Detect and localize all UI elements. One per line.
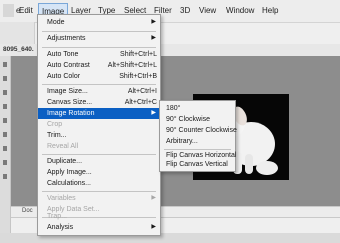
submenu-arrow-icon: ▶	[151, 110, 156, 116]
submenu-arrow-icon: ▶	[151, 195, 156, 201]
tools-panel	[0, 56, 11, 233]
menu-item-arbitrary[interactable]: Arbitrary...	[160, 136, 235, 147]
menu-separator	[42, 84, 156, 85]
gradient-tool-icon[interactable]	[3, 174, 7, 179]
options-bar	[0, 22, 35, 44]
move-tool-icon[interactable]	[3, 62, 7, 67]
menu-item-reveal-all[interactable]: Reveal All	[38, 141, 160, 152]
menu-item-calculations[interactable]: Calculations...	[38, 178, 160, 189]
menu-item-adjustments[interactable]: Adjustments ▶	[38, 33, 160, 44]
doc-info[interactable]: Doc	[22, 208, 33, 214]
eyedropper-tool-icon[interactable]	[3, 118, 7, 123]
menu-item-image-size[interactable]: Image Size... Alt+Ctrl+I	[38, 86, 160, 97]
image-menu: Mode ▶ Adjustments ▶ Auto Tone Shift+Ctr…	[37, 14, 161, 236]
menu-item-trim[interactable]: Trim...	[38, 130, 160, 141]
menu-separator	[42, 47, 156, 48]
menu-item-crop[interactable]: Crop	[38, 119, 160, 130]
menu-separator	[42, 31, 156, 32]
menu-help[interactable]: Help	[262, 6, 278, 16]
menu-item-flip-vertical[interactable]: Flip Canvas Vertical	[160, 159, 235, 170]
menu-view[interactable]: View	[199, 6, 216, 16]
menu-item-canvas-size[interactable]: Canvas Size... Alt+Ctrl+C	[38, 97, 160, 108]
menu-3d[interactable]: 3D	[180, 6, 190, 16]
menu-item-analysis[interactable]: Analysis ▶	[38, 222, 160, 233]
menu-item-rotate-180[interactable]: 180°	[160, 103, 235, 114]
menu-item-auto-contrast[interactable]: Auto Contrast Alt+Shift+Ctrl+L	[38, 60, 160, 71]
document-tab[interactable]: 8095_640.	[3, 46, 34, 53]
submenu-arrow-icon: ▶	[151, 224, 156, 230]
menu-item-rotate-90-ccw[interactable]: 90° Counter Clockwise	[160, 125, 237, 136]
app-logo	[3, 4, 14, 17]
menu-item-trap[interactable]: Trap...	[38, 211, 160, 222]
menu-item-apply-image[interactable]: Apply Image...	[38, 167, 160, 178]
menu-separator	[42, 154, 156, 155]
menu-item-duplicate[interactable]: Duplicate...	[38, 156, 160, 167]
lasso-tool-icon[interactable]	[3, 90, 7, 95]
menu-item-auto-color[interactable]: Auto Color Shift+Ctrl+B	[38, 71, 160, 82]
menu-window[interactable]: Window	[226, 6, 254, 16]
menu-separator	[42, 191, 156, 192]
submenu-arrow-icon: ▶	[151, 19, 156, 25]
menu-item-auto-tone[interactable]: Auto Tone Shift+Ctrl+L	[38, 49, 160, 60]
eraser-tool-icon[interactable]	[3, 160, 7, 165]
menu-item-image-rotation[interactable]: Image Rotation ▶	[38, 108, 160, 119]
menu-item-mode[interactable]: Mode ▶	[38, 17, 160, 28]
menu-edit[interactable]: Edit	[19, 6, 33, 16]
crop-tool-icon[interactable]	[3, 104, 7, 109]
image-rotation-submenu: 180° 90° Clockwise 90° Counter Clockwise…	[159, 100, 237, 172]
submenu-arrow-icon: ▶	[151, 35, 156, 41]
marquee-tool-icon[interactable]	[3, 76, 7, 81]
menu-item-rotate-90-cw[interactable]: 90° Clockwise	[160, 114, 235, 125]
menu-item-variables[interactable]: Variables ▶	[38, 193, 160, 204]
brush-tool-icon[interactable]	[3, 132, 7, 137]
stamp-tool-icon[interactable]	[3, 146, 7, 151]
